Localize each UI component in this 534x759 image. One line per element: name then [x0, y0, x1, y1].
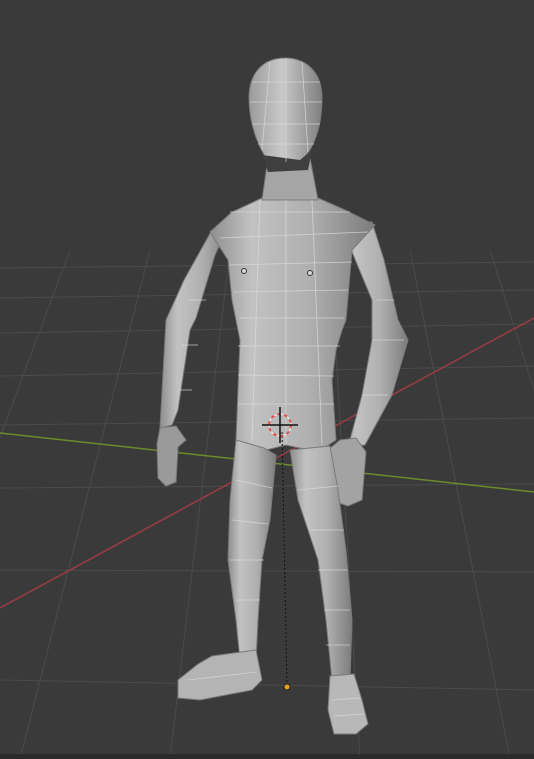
left-foot [177, 649, 263, 701]
vertex-marker-right [307, 270, 313, 276]
viewport-canvas[interactable] [0, 0, 534, 759]
left-leg [227, 439, 277, 661]
left-hand [156, 425, 187, 487]
left-arm [159, 221, 231, 429]
right-foot [327, 673, 369, 735]
vertex-marker-left [241, 268, 247, 274]
3d-viewport[interactable] [0, 0, 534, 759]
humanoid-mesh[interactable] [156, 57, 409, 735]
object-origin-icon[interactable] [283, 683, 291, 691]
torso [209, 197, 376, 453]
origin-parent-line [281, 431, 288, 687]
head [248, 57, 323, 167]
viewport-bottom-edge [0, 754, 534, 759]
